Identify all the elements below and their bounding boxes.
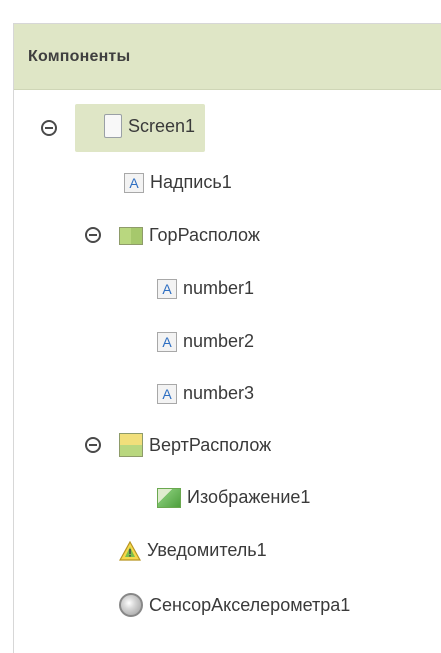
tree-node-number2[interactable]: A number2 — [157, 331, 254, 352]
tree-node-label: Надпись1 — [150, 172, 232, 192]
components-panel: Компоненты Screen1 A Надпись1 ГорРасполо… — [13, 23, 441, 653]
collapse-toggle-vertraspolozh[interactable] — [85, 437, 101, 453]
tree-node-label: Уведомитель1 — [147, 540, 267, 560]
tree-node-nadpis1[interactable]: A Надпись1 — [124, 172, 232, 193]
accelerometer-icon — [119, 593, 143, 617]
tree-node-izobrazhenie1[interactable]: Изображение1 — [157, 487, 310, 508]
tree-node-label: СенсорАкселерометра1 — [149, 594, 351, 615]
tree-node-label: number1 — [183, 278, 255, 298]
tree-node-number1[interactable]: A number1 — [157, 278, 254, 299]
tree-node-sensor-accelerometer1[interactable]: СенсорАкселерометра1 — [119, 593, 350, 617]
tree-node-label: ГорРасполож — [149, 225, 260, 245]
tree-node-label: number2 — [183, 331, 255, 351]
tree-node-vertraspolozh[interactable]: ВертРасполож — [119, 433, 271, 457]
label-icon: A — [124, 172, 144, 193]
components-tree: Screen1 A Надпись1 ГорРасполож A number1… — [14, 90, 441, 653]
tree-node-label: ВертРасполож — [149, 434, 272, 455]
tree-node-screen1[interactable]: Screen1 — [104, 114, 195, 138]
panel-title: Компоненты — [28, 47, 131, 65]
collapse-toggle-screen1[interactable] — [41, 120, 57, 136]
collapse-toggle-gorraspolozh[interactable] — [85, 227, 101, 243]
components-panel-header: Компоненты — [14, 24, 441, 90]
notifier-icon — [119, 540, 141, 561]
tree-node-label: Screen1 — [128, 115, 196, 136]
vertical-arrangement-icon — [119, 433, 143, 457]
label-icon: A — [157, 331, 177, 352]
tree-node-gorraspolozh[interactable]: ГорРасполож — [119, 225, 260, 246]
image-icon — [157, 487, 181, 508]
tree-node-label: Изображение1 — [187, 487, 311, 507]
label-icon: A — [157, 278, 177, 299]
tree-node-label: number3 — [183, 383, 255, 403]
screen-icon — [104, 114, 122, 138]
horizontal-arrangement-icon — [119, 226, 143, 245]
label-icon: A — [157, 383, 177, 404]
tree-node-number3[interactable]: A number3 — [157, 383, 254, 404]
tree-node-uvedomitel1[interactable]: Уведомитель1 — [119, 540, 267, 561]
